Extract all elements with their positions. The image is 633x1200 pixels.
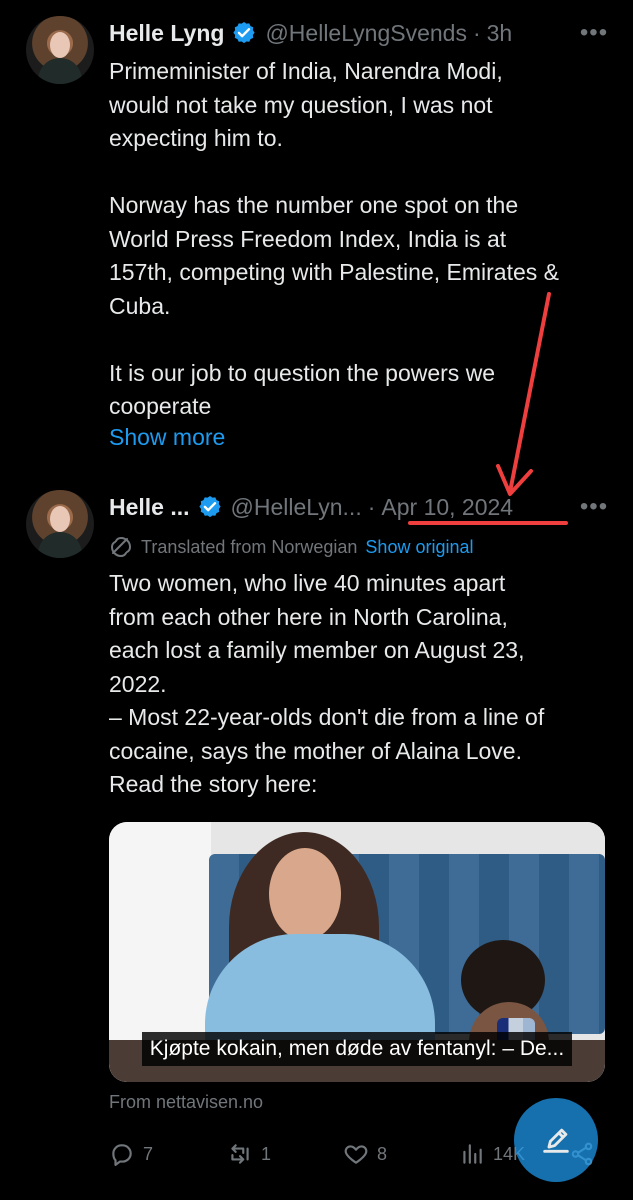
tweet-header: Helle Lyng @HelleLyngSvends · 3h ••• xyxy=(109,15,613,51)
media-person-face xyxy=(269,848,341,940)
media-caption: Kjøpte kokain, men døde av fentanyl: – D… xyxy=(141,1032,573,1066)
timestamp[interactable]: 3h xyxy=(487,20,513,47)
display-name[interactable]: Helle Lyng xyxy=(109,20,224,47)
separator-dot: · xyxy=(472,19,481,46)
avatar[interactable] xyxy=(26,490,94,558)
more-options-icon[interactable]: ••• xyxy=(575,489,613,525)
annotation-arrow-icon xyxy=(496,292,551,496)
verified-badge-icon xyxy=(233,21,256,44)
annotation-underline xyxy=(408,521,568,525)
views-icon xyxy=(463,1144,482,1164)
translated-label: Translated from Norwegian xyxy=(141,536,358,557)
translation-row: Translated from Norwegian Show original xyxy=(109,533,473,561)
display-name[interactable]: Helle ... xyxy=(109,494,190,521)
like-count: 8 xyxy=(377,1143,388,1164)
compose-icon xyxy=(543,1128,569,1153)
show-more-link[interactable]: Show more xyxy=(109,424,225,451)
retweet-icon xyxy=(231,1144,249,1164)
compose-button[interactable] xyxy=(514,1098,598,1182)
avatar-face xyxy=(50,506,70,532)
avatar-body xyxy=(38,58,82,84)
tweet-2[interactable]: Helle ... @HelleLyn... · Apr 10, 2024 ••… xyxy=(0,470,633,1200)
reply-button[interactable]: 7 xyxy=(109,1137,153,1171)
reply-count: 7 xyxy=(143,1143,154,1164)
timestamp[interactable]: Apr 10, 2024 xyxy=(381,494,513,521)
retweet-button[interactable]: 1 xyxy=(227,1137,271,1171)
media-card[interactable]: Kjøpte kokain, men døde av fentanyl: – D… xyxy=(109,822,605,1082)
show-original-link[interactable]: Show original xyxy=(365,537,473,558)
heart-icon xyxy=(344,1145,368,1164)
like-button[interactable]: 8 xyxy=(343,1137,387,1171)
tweet-text: Two women, who live 40 minutes apart fro… xyxy=(109,570,545,797)
separator-dot: · xyxy=(367,493,376,520)
avatar-body xyxy=(38,532,82,558)
handle[interactable]: @HelleLyngSvends xyxy=(265,20,467,47)
handle[interactable]: @HelleLyn... xyxy=(231,494,362,521)
retweet-count: 1 xyxy=(261,1143,272,1164)
translate-icon xyxy=(111,537,131,557)
avatar-face xyxy=(50,32,70,58)
media-source[interactable]: From nettavisen.no xyxy=(109,1092,263,1113)
reply-icon xyxy=(112,1144,132,1166)
verified-badge-icon xyxy=(198,495,221,518)
avatar[interactable] xyxy=(26,16,94,84)
media-caption-wrap: Kjøpte kokain, men døde av fentanyl: – D… xyxy=(133,1032,581,1066)
more-options-icon[interactable]: ••• xyxy=(575,15,613,51)
